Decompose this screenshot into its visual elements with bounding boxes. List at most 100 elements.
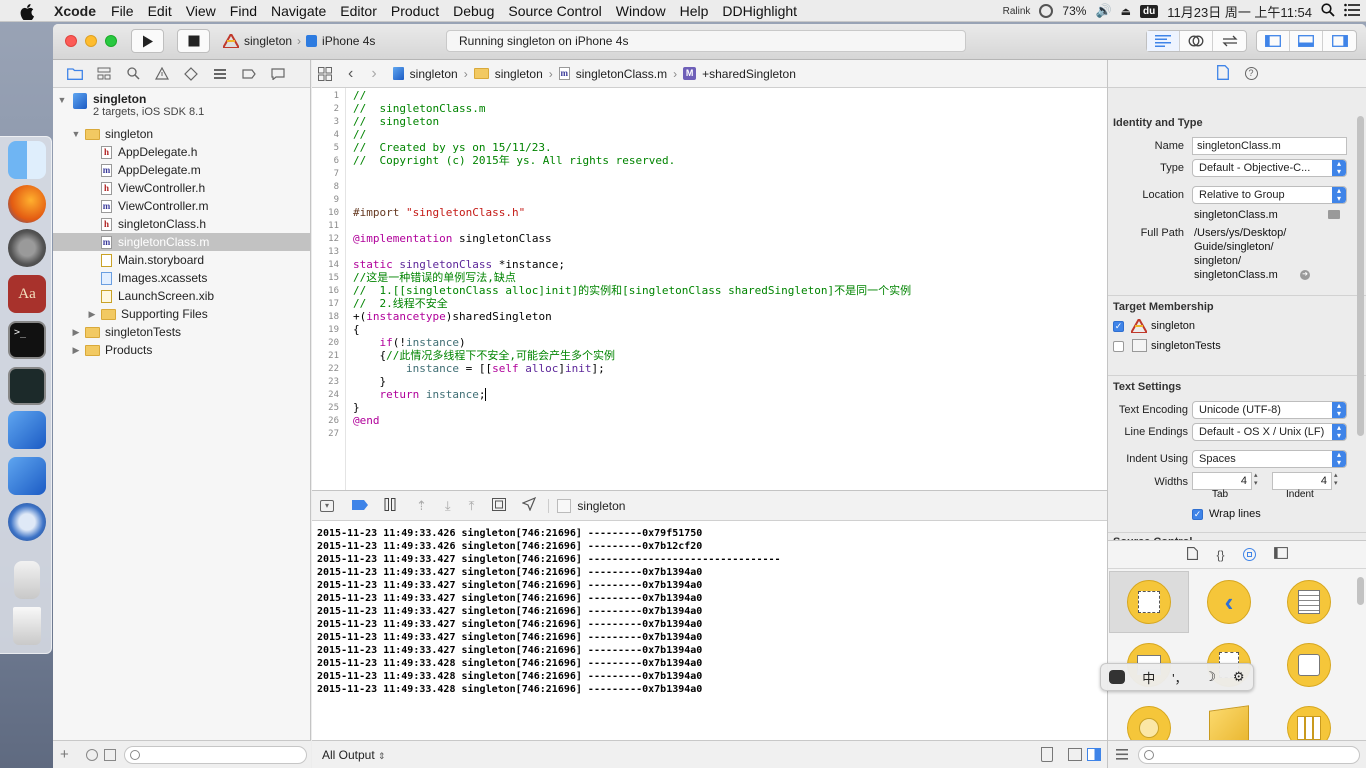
tree-file-row[interactable]: LaunchScreen.xib [53,287,310,305]
firefox-icon[interactable] [8,185,46,223]
name-field[interactable]: singletonClass.m [1192,137,1347,155]
menu-find[interactable]: Find [223,3,264,19]
project-navigator-tab-icon[interactable] [65,65,85,83]
tree-file-row[interactable]: Main.storyboard [53,251,310,269]
run-button[interactable] [131,29,164,53]
view-controller-object[interactable] [1109,571,1189,633]
notification-center-icon[interactable] [1344,3,1360,20]
tree-file-row[interactable]: h singletonClass.h [53,215,310,233]
breakpoint-navigator-tab-icon[interactable] [239,65,259,83]
menu-navigate[interactable]: Navigate [264,3,333,19]
type-popup[interactable]: Default - Objective-C... ▴ ▾ [1192,159,1347,177]
table-view-controller-object[interactable] [1269,571,1349,633]
step-into-icon[interactable]: ⤓ [445,498,451,514]
debug-navigator-tab-icon[interactable] [210,65,230,83]
terminal-icon[interactable]: >_ [8,321,46,359]
menu-source-control[interactable]: Source Control [501,3,608,19]
target-tests-checkbox[interactable] [1113,341,1124,352]
apple-icon[interactable] [20,3,40,21]
forward-icon[interactable]: › [371,65,376,83]
encoding-popup[interactable]: Unicode (UTF-8) ▴ ▾ [1192,401,1347,419]
close-window-button[interactable] [65,35,77,47]
issue-navigator-tab-icon[interactable] [152,65,172,83]
menu-file[interactable]: File [104,3,141,19]
inspector-scrollbar[interactable] [1357,116,1364,436]
activity-monitor-icon[interactable] [8,367,46,405]
report-navigator-tab-icon[interactable] [268,65,288,83]
project-root-row[interactable]: ▼ singleton 2 targets, iOS SDK 8.1 [53,92,310,122]
xcode-icon[interactable] [8,411,46,449]
baidu-paw-icon[interactable] [1109,670,1126,684]
tree-group-row[interactable]: ▶ Supporting Files [53,305,310,323]
baidu-icon[interactable]: du [1140,4,1159,18]
utilities-toggle-icon[interactable] [1323,31,1356,51]
eject-icon[interactable]: ⏏ [1121,5,1131,18]
ime-chinese-toggle[interactable]: 中 [1142,668,1155,687]
navigator-toggle-icon[interactable] [1257,31,1290,51]
tab-width-stepper[interactable]: ▴ ▾ [1254,472,1263,490]
breadcrumb-project[interactable]: singleton [410,67,458,81]
menu-window[interactable]: Window [609,3,673,19]
media-library-tab-icon[interactable] [1273,547,1288,562]
version-editor-icon[interactable] [1213,31,1246,51]
pause-icon[interactable] [384,497,396,514]
trash-icon[interactable] [13,607,41,645]
breadcrumb-group[interactable]: singleton [495,67,543,81]
tree-file-row[interactable]: m ViewController.m [53,197,310,215]
library-scrollbar[interactable] [1357,577,1364,605]
disclosure-closed-icon[interactable]: ▶ [87,309,97,320]
tree-group-row[interactable]: ▶ singletonTests [53,323,310,341]
file-inspector-tab-icon[interactable] [1216,64,1229,83]
tree-group-row[interactable]: ▶ Products [53,341,310,359]
finder-icon[interactable] [8,141,46,179]
wrap-lines-checkbox[interactable]: ✓ [1192,509,1203,520]
assistant-editor-icon[interactable] [1180,31,1213,51]
simulate-location-icon[interactable] [521,496,537,514]
debug-area-toggle-icon[interactable] [1290,31,1323,51]
menu-ddhighlight[interactable]: DDHighlight [715,3,804,19]
spotlight-icon[interactable] [1321,2,1335,20]
menu-help[interactable]: Help [673,3,716,19]
battery-percent[interactable]: 73% [1062,4,1086,18]
hide-debug-area-icon[interactable]: ▾ [320,499,334,512]
line-endings-popup[interactable]: Default - OS X / Unix (LF) ▴ ▾ [1192,423,1347,441]
ime-skin-icon[interactable]: ☽ [1204,669,1216,685]
list-view-icon[interactable] [1116,749,1128,763]
back-icon[interactable]: ‹ [348,65,353,83]
breadcrumb-method[interactable]: +sharedSingleton [702,67,796,81]
indent-width-field[interactable]: 4 [1272,472,1332,490]
scm-filter-icon[interactable] [104,749,116,761]
reveal-in-finder-icon[interactable]: ➜ [1300,270,1310,280]
ime-settings-icon[interactable]: ⚙ [1233,669,1245,685]
output-filter-popup[interactable]: All Output ⇕ [322,748,386,762]
step-over-icon[interactable]: ⇡ [416,498,427,514]
disclosure-closed-icon[interactable]: ▶ [71,327,81,338]
symbol-navigator-tab-icon[interactable] [94,65,114,83]
filter-field[interactable] [124,746,307,764]
minimize-window-button[interactable] [85,35,97,47]
tree-file-row[interactable]: m singletonClass.m [53,233,310,251]
choose-folder-icon[interactable] [1328,210,1340,219]
menu-editor[interactable]: Editor [333,3,384,19]
add-file-icon[interactable]: + [60,746,69,763]
sync-icon[interactable] [1039,4,1054,18]
breadcrumb-file[interactable]: singletonClass.m [576,67,667,81]
code-snippet-tab-icon[interactable]: {} [1216,548,1224,562]
menu-view[interactable]: View [179,3,223,19]
source-editor[interactable]: 1 2 3 4 5 6 7 8 9 10 11 12 13 14 15 16 17 18 19 20 21 22 23 24 2… [312,88,1107,490]
console-view-toggle-icon[interactable] [1087,748,1101,761]
downloads-stack-icon[interactable] [14,561,40,599]
indent-using-popup[interactable]: Spaces ▴ ▾ [1192,450,1347,468]
tree-file-row[interactable]: m AppDelegate.m [53,161,310,179]
file-template-tab-icon[interactable] [1187,546,1199,563]
menu-app-name[interactable]: Xcode [48,3,104,19]
console-output[interactable]: 2015-11-23 11:49:33.426 singleton[746:21… [312,521,1107,740]
stop-button[interactable] [177,29,210,53]
quicktime-icon[interactable] [8,503,46,541]
zoom-window-button[interactable] [105,35,117,47]
find-navigator-tab-icon[interactable] [123,65,143,83]
recent-files-icon[interactable] [86,749,98,761]
process-selector[interactable]: singleton [548,498,625,513]
disclosure-open-icon[interactable]: ▼ [57,95,67,105]
variables-view-toggle-icon[interactable] [1068,748,1082,761]
